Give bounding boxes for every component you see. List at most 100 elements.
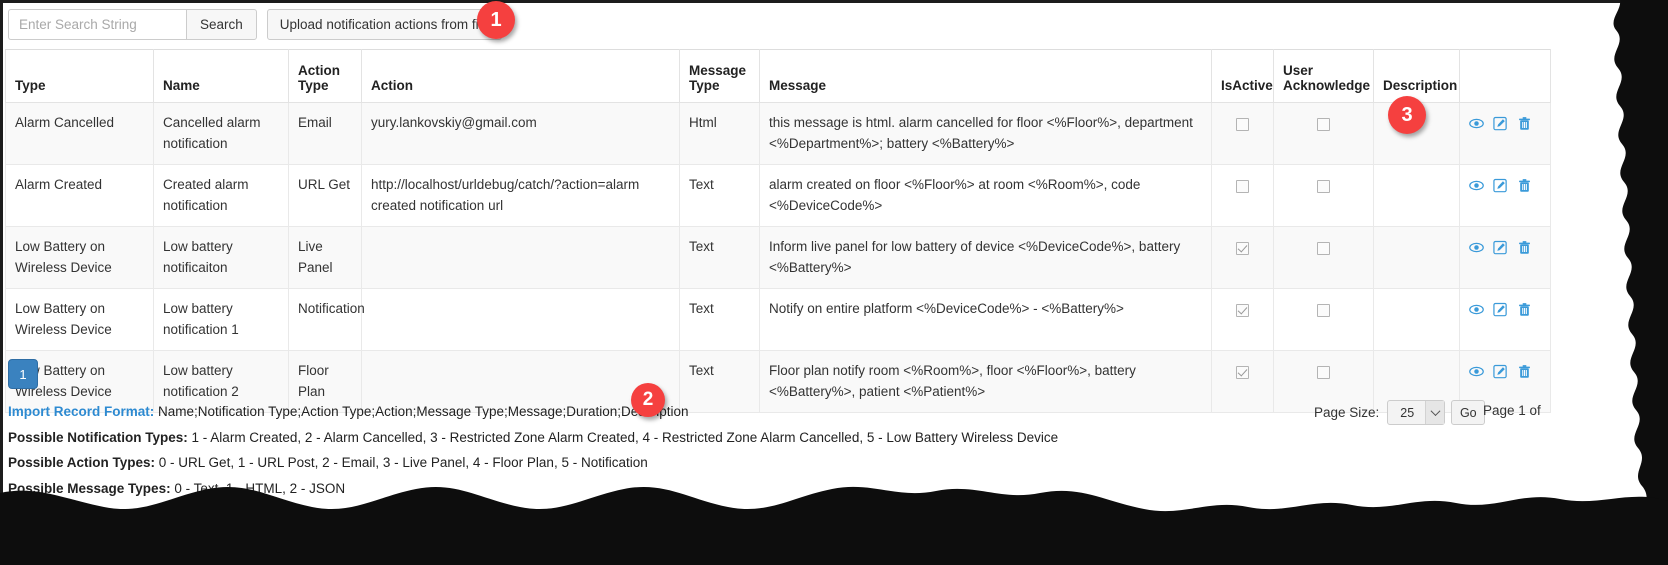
is-active-checkbox[interactable] xyxy=(1236,304,1249,318)
search-button[interactable]: Search xyxy=(186,9,257,40)
cell-action xyxy=(361,288,680,351)
user-acknowledge-checkbox[interactable] xyxy=(1317,118,1330,132)
delete-icon[interactable] xyxy=(1517,178,1532,193)
column-header-action[interactable]: Action xyxy=(361,49,680,103)
possible-message-types-label: Possible Message Types: xyxy=(8,480,171,496)
cell-name: Low battery notificaiton xyxy=(153,226,289,289)
delete-icon[interactable] xyxy=(1517,116,1532,131)
delete-icon[interactable] xyxy=(1517,240,1532,255)
column-header-action-type[interactable]: Action Type xyxy=(288,49,362,103)
edit-icon[interactable] xyxy=(1493,116,1508,131)
cell-action-type: Live Panel xyxy=(288,226,362,289)
cell-is-active xyxy=(1211,226,1274,289)
chevron-down-icon xyxy=(1425,401,1445,424)
view-icon[interactable] xyxy=(1469,302,1484,317)
delete-icon[interactable] xyxy=(1517,302,1532,317)
view-icon[interactable] xyxy=(1469,116,1484,131)
view-icon[interactable] xyxy=(1469,364,1484,379)
view-icon[interactable] xyxy=(1469,240,1484,255)
is-active-checkbox[interactable] xyxy=(1236,180,1249,194)
cell-name: Cancelled alarm notification xyxy=(153,102,289,165)
column-header-type[interactable]: Type xyxy=(5,49,154,103)
edit-icon[interactable] xyxy=(1493,240,1508,255)
pagination-page-number: 1 xyxy=(19,366,27,382)
cell-message: this message is html. alarm cancelled fo… xyxy=(759,102,1212,165)
cell-message-type: Html xyxy=(679,102,760,165)
possible-notification-types-value: 1 - Alarm Created, 2 - Alarm Cancelled, … xyxy=(191,429,1059,445)
legend-row-message-types: Possible Message Types: 0 - Text, 1 - HT… xyxy=(8,477,1058,502)
page-size-select[interactable]: 25 xyxy=(1387,400,1446,425)
legend-row-notification-types: Possible Notification Types: 1 - Alarm C… xyxy=(8,426,1058,451)
page-info-text: Page 1 of xyxy=(1483,403,1541,418)
cell-user-acknowledge xyxy=(1273,102,1374,165)
column-header-message-type[interactable]: Message Type xyxy=(679,49,760,103)
callout-badge-1: 1 xyxy=(477,1,515,39)
callout-badge-3: 3 xyxy=(1388,96,1426,134)
column-header-description[interactable]: Description xyxy=(1373,49,1460,103)
cell-is-active xyxy=(1211,164,1274,227)
cell-operations xyxy=(1459,226,1551,289)
search-input[interactable] xyxy=(8,9,186,40)
cell-type: Low Battery on Wireless Device xyxy=(5,288,154,351)
cell-name: Low battery notification 1 xyxy=(153,288,289,351)
cell-operations xyxy=(1459,102,1551,165)
cell-user-acknowledge xyxy=(1273,164,1374,227)
cell-action-type: Notification xyxy=(288,288,365,351)
import-record-format-value: Name;Notification Type;Action Type;Actio… xyxy=(158,404,689,419)
cell-is-active xyxy=(1211,102,1274,165)
page-size-control: Page Size: 25 Go xyxy=(1314,400,1486,425)
user-acknowledge-checkbox[interactable] xyxy=(1317,242,1330,256)
edit-icon[interactable] xyxy=(1493,364,1508,379)
cell-action: yury.lankovskiy@gmail.com xyxy=(361,102,680,165)
possible-notification-types-label: Possible Notification Types: xyxy=(8,429,188,445)
cell-action-type: URL Get xyxy=(288,164,362,227)
page-size-selected-value: 25 xyxy=(1400,405,1415,420)
cell-description xyxy=(1373,226,1460,289)
user-acknowledge-checkbox[interactable] xyxy=(1317,304,1330,318)
user-acknowledge-checkbox[interactable] xyxy=(1317,366,1330,380)
table-row[interactable]: Low Battery on Wireless Device Low batter… xyxy=(5,226,1551,289)
table-row[interactable]: Alarm Created Created alarm notification U… xyxy=(5,164,1551,227)
column-header-user-acknowledge[interactable]: User Acknowledge xyxy=(1273,49,1374,103)
cell-message-type: Text xyxy=(679,164,760,227)
pagination-page-1-button[interactable]: 1 xyxy=(8,359,38,389)
notification-actions-table-container: Type Name Action Type Action Message Typ… xyxy=(5,49,1551,413)
table-body: Alarm Cancelled Cancelled alarm notificat… xyxy=(5,102,1551,413)
cell-type: Alarm Created xyxy=(5,164,154,227)
cell-description xyxy=(1373,288,1460,351)
go-button[interactable]: Go xyxy=(1451,400,1486,425)
column-header-message[interactable]: Message xyxy=(759,49,1212,103)
window-frame-top-edge xyxy=(0,0,1668,3)
is-active-checkbox[interactable] xyxy=(1236,366,1249,380)
possible-action-types-value: 0 - URL Get, 1 - URL Post, 2 - Email, 3 … xyxy=(158,455,648,470)
edit-icon[interactable] xyxy=(1493,178,1508,193)
cell-action-type: Email xyxy=(288,102,362,165)
view-icon[interactable] xyxy=(1469,178,1484,193)
delete-icon[interactable] xyxy=(1517,364,1532,379)
legend-row-action-types: Possible Action Types: 0 - URL Get, 1 - … xyxy=(8,451,1058,476)
page-root: Search Upload notification actions from … xyxy=(0,0,1668,565)
torn-edge-right-decoration xyxy=(1613,0,1668,530)
possible-action-types-label: Possible Action Types: xyxy=(8,455,156,470)
cell-user-acknowledge xyxy=(1273,226,1374,289)
cell-message: Inform live panel for low battery of dev… xyxy=(759,226,1212,289)
cell-operations xyxy=(1459,288,1551,351)
is-active-checkbox[interactable] xyxy=(1236,242,1249,256)
possible-message-types-value: 0 - Text, 1 - HTML, 2 - JSON xyxy=(174,480,346,496)
user-acknowledge-checkbox[interactable] xyxy=(1317,180,1330,194)
upload-notification-actions-button[interactable]: Upload notification actions from file xyxy=(266,9,503,40)
is-active-checkbox[interactable] xyxy=(1236,118,1249,132)
edit-icon[interactable] xyxy=(1493,302,1508,317)
cell-type: Alarm Cancelled xyxy=(5,102,154,165)
callout-badge-2: 2 xyxy=(631,383,665,417)
cell-action: http://localhost/urldebug/catch/?action=… xyxy=(361,164,680,227)
column-header-is-active[interactable]: IsActive xyxy=(1211,49,1274,103)
cell-user-acknowledge xyxy=(1273,288,1374,351)
table-row[interactable]: Low Battery on Wireless Device Low batter… xyxy=(5,288,1551,351)
cell-action xyxy=(361,226,680,289)
column-header-name[interactable]: Name xyxy=(153,49,289,103)
legend-row-import-format: Import Record Format: Name;Notification … xyxy=(8,400,1058,425)
table-row[interactable]: Alarm Cancelled Cancelled alarm notificat… xyxy=(5,102,1551,165)
cell-name: Created alarm notification xyxy=(153,164,289,227)
notification-actions-table: Type Name Action Type Action Message Typ… xyxy=(5,49,1551,413)
